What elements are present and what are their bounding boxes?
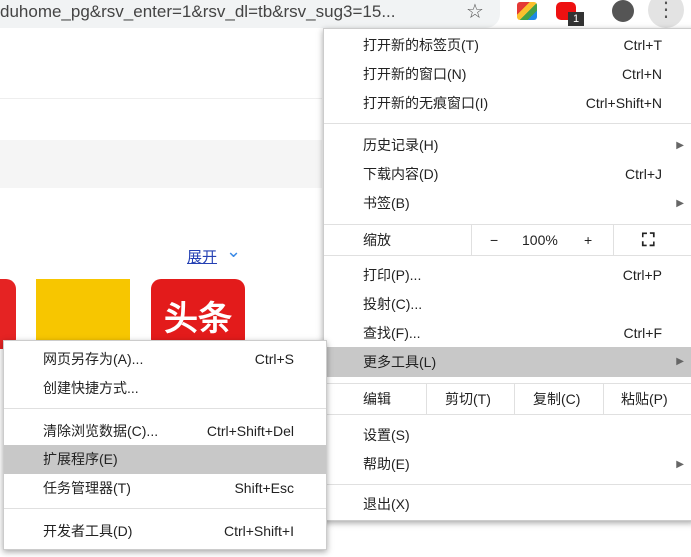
extension-icon[interactable]	[517, 2, 537, 20]
label: 开发者工具(D)	[43, 523, 133, 539]
label: 创建快捷方式...	[43, 380, 139, 396]
menu-item-create-shortcut[interactable]: 创建快捷方式...	[4, 374, 326, 403]
label: 任务管理器(T)	[43, 480, 131, 496]
menu-item-save-page[interactable]: 网页另存为(A)... Ctrl+S	[4, 345, 326, 374]
expand-link[interactable]: 展开	[187, 246, 217, 267]
edit-row: 编辑 剪切(T) 复制(C) 粘贴(P)	[324, 384, 691, 414]
label: 扩展程序(E)	[43, 451, 118, 467]
label: 历史记录(H)	[363, 137, 439, 153]
shortcut: Ctrl+S	[254, 351, 294, 367]
divider	[0, 98, 322, 99]
shortcut: Ctrl+Shift+Del	[206, 423, 294, 439]
label: 打开新的无痕窗口(I)	[363, 95, 489, 111]
cut-button[interactable]: 剪切(T)	[445, 384, 491, 414]
label: 设置(S)	[363, 427, 410, 443]
menu-item-task-manager[interactable]: 任务管理器(T) Shift+Esc	[4, 474, 326, 503]
menu-item-dev-tools[interactable]: 开发者工具(D) Ctrl+Shift+I	[4, 517, 326, 546]
url-text[interactable]: duhome_pg&rsv_enter=1&rsv_dl=tb&rsv_sug3…	[0, 0, 396, 24]
label: 查找(F)...	[363, 325, 421, 341]
label: 网页另存为(A)...	[43, 351, 144, 367]
divider	[4, 508, 326, 509]
menu-item-history[interactable]: 历史记录(H) ▶	[324, 131, 691, 160]
menu-item-exit[interactable]: 退出(X)	[324, 490, 691, 519]
chevron-down-icon[interactable]: ⌄	[226, 241, 241, 262]
shortcut: Shift+Esc	[234, 480, 294, 496]
browser-toolbar: duhome_pg&rsv_enter=1&rsv_dl=tb&rsv_sug3…	[0, 0, 691, 30]
submenu-arrow-icon: ▶	[676, 198, 684, 209]
label: 退出(X)	[363, 496, 410, 512]
menu-item-settings[interactable]: 设置(S)	[324, 421, 691, 450]
submenu-arrow-icon: ▶	[676, 140, 684, 151]
chrome-main-menu: 打开新的标签页(T) Ctrl+T 打开新的窗口(N) Ctrl+N 打开新的无痕窗…	[323, 28, 691, 521]
bookmark-star-icon[interactable]: ☆	[466, 0, 484, 24]
label: 书签(B)	[363, 195, 410, 211]
shortcut: Ctrl+F	[623, 325, 663, 341]
divider	[324, 123, 691, 124]
site-tile[interactable]	[0, 279, 16, 349]
zoom-label: 缩放	[363, 232, 391, 248]
label: 清除浏览数据(C)...	[43, 423, 159, 439]
more-tools-submenu: 网页另存为(A)... Ctrl+S 创建快捷方式... 清除浏览数据(C)...…	[3, 340, 327, 550]
submenu-arrow-icon: ▶	[676, 459, 684, 470]
divider	[324, 255, 691, 256]
shortcut: Ctrl+P	[622, 267, 662, 283]
divider	[324, 414, 691, 415]
divider	[324, 484, 691, 485]
menu-item-downloads[interactable]: 下载内容(D) Ctrl+J	[324, 160, 691, 189]
menu-item-cast[interactable]: 投射(C)...	[324, 290, 691, 319]
divider	[4, 408, 326, 409]
menu-item-print[interactable]: 打印(P)... Ctrl+P	[324, 261, 691, 290]
edit-label: 编辑	[363, 391, 391, 407]
page-band	[0, 140, 322, 188]
copy-button[interactable]: 复制(C)	[533, 384, 580, 414]
zoom-row: 缩放 − 100% + ⛶	[324, 225, 691, 255]
label: 打开新的标签页(T)	[363, 37, 479, 53]
menu-item-extensions[interactable]: 扩展程序(E)	[4, 445, 326, 474]
profile-avatar-icon[interactable]	[612, 0, 634, 22]
menu-item-new-tab[interactable]: 打开新的标签页(T) Ctrl+T	[324, 31, 691, 60]
label: 下载内容(D)	[363, 166, 439, 182]
shortcut: Ctrl+J	[625, 166, 662, 182]
menu-item-more-tools[interactable]: 更多工具(L) ▶	[324, 347, 691, 377]
site-tile[interactable]	[36, 279, 130, 349]
zoom-out-button[interactable]: −	[490, 225, 498, 255]
menu-item-find[interactable]: 查找(F)... Ctrl+F	[324, 319, 691, 348]
fullscreen-icon[interactable]: ⛶	[642, 225, 655, 255]
label: 投射(C)...	[363, 296, 423, 312]
shortcut: Ctrl+N	[621, 66, 662, 82]
menu-item-new-window[interactable]: 打开新的窗口(N) Ctrl+N	[324, 60, 691, 89]
label: 帮助(E)	[363, 456, 410, 472]
label: 打开新的窗口(N)	[363, 66, 467, 82]
menu-item-bookmarks[interactable]: 书签(B) ▶	[324, 189, 691, 218]
zoom-in-button[interactable]: +	[584, 225, 592, 255]
label: 更多工具(L)	[363, 354, 437, 370]
shortcut: Ctrl+Shift+N	[585, 95, 662, 111]
toutiao-tile[interactable]: 头条	[151, 279, 245, 349]
menu-item-help[interactable]: 帮助(E) ▶	[324, 450, 691, 479]
zoom-value: 100%	[522, 232, 558, 248]
paste-button[interactable]: 粘贴(P)	[621, 384, 668, 414]
menu-item-clear-data[interactable]: 清除浏览数据(C)... Ctrl+Shift+Del	[4, 417, 326, 446]
address-bar[interactable]: duhome_pg&rsv_enter=1&rsv_dl=tb&rsv_sug3…	[0, 0, 500, 28]
menu-kebab-icon[interactable]: ⋮	[648, 0, 684, 28]
shortcut: Ctrl+Shift+I	[223, 523, 294, 539]
extension-badge: 1	[568, 12, 584, 26]
label: 打印(P)...	[363, 267, 422, 283]
menu-item-incognito[interactable]: 打开新的无痕窗口(I) Ctrl+Shift+N	[324, 89, 691, 118]
shortcut: Ctrl+T	[623, 37, 663, 53]
submenu-arrow-icon: ▶	[676, 356, 684, 367]
